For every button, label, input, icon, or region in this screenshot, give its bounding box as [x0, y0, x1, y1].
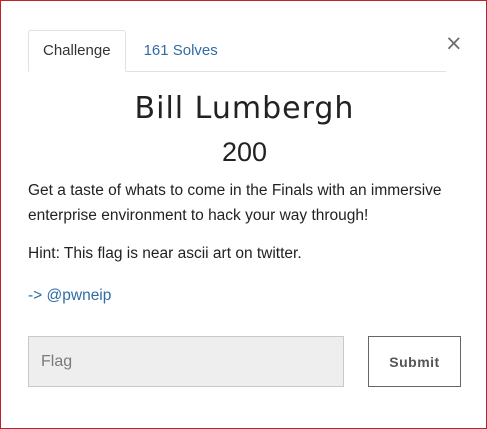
challenge-hint: Hint: This flag is near ascii art on twi… — [28, 245, 302, 262]
tab-challenge[interactable]: Challenge — [28, 30, 126, 72]
challenge-name: Bill Lumbergh — [134, 91, 355, 126]
challenge-description: Get a taste of whats to come in the Fina… — [28, 182, 442, 224]
submit-button[interactable]: Submit — [368, 336, 461, 387]
challenge-modal: Challenge 161 Solves × Bill Lumbergh 200… — [0, 0, 487, 429]
challenge-value: 200 — [221, 137, 268, 167]
twitter-link[interactable]: -> @pwneip — [28, 283, 111, 308]
challenge-tabs: Challenge 161 Solves — [28, 30, 446, 72]
close-icon[interactable]: × — [445, 31, 463, 55]
flag-input[interactable] — [28, 336, 344, 387]
tab-solves[interactable]: 161 Solves — [126, 30, 233, 72]
